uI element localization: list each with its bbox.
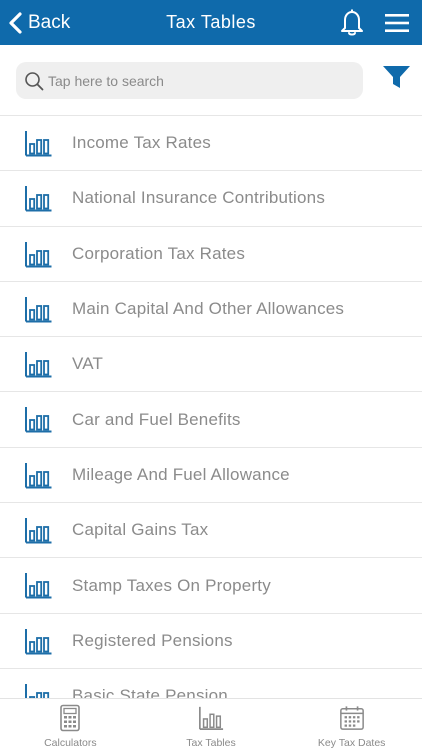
tax-tables-list: Income Tax Rates National Insurance Contr… — [0, 115, 422, 698]
calculator-icon — [60, 704, 81, 732]
search-row — [0, 45, 422, 115]
list-item-label: Stamp Taxes On Property — [72, 575, 271, 595]
bar-chart-icon — [25, 131, 52, 157]
bar-chart-icon — [25, 573, 52, 599]
bar-chart-icon — [25, 683, 50, 698]
back-button[interactable]: Back — [8, 9, 70, 37]
list-item[interactable]: Basic State Pension — [0, 668, 422, 698]
list-item-label: Basic State Pension — [72, 686, 228, 698]
calendar-icon — [339, 706, 364, 730]
bar-chart-icon — [25, 241, 52, 268]
list-item-label: Income Tax Rates — [72, 133, 211, 153]
tab-calculators[interactable]: Calculators — [0, 699, 141, 750]
list-item-label: Capital Gains Tax — [72, 520, 209, 540]
tab-label: Key Tax Dates — [317, 737, 386, 749]
list-item-label: Registered Pensions — [72, 630, 233, 650]
search-box[interactable] — [16, 62, 363, 99]
list-item-label: Corporation Tax Rates — [72, 243, 246, 263]
list-item-label: Main Capital And Other Allowances — [72, 299, 345, 319]
list-item[interactable]: Income Tax Rates — [0, 116, 422, 172]
bar-chart-icon — [25, 628, 52, 655]
list-item[interactable]: National Insurance Contributions — [0, 171, 422, 227]
list-item[interactable]: Stamp Taxes On Property — [0, 558, 422, 614]
bar-chart-icon — [199, 706, 224, 730]
list-item-label: Car and Fuel Benefits — [72, 409, 241, 429]
list-item-label: VAT — [72, 354, 104, 374]
bell-icon[interactable] — [338, 7, 366, 37]
list-item[interactable]: Capital Gains Tax — [0, 503, 422, 559]
list-item[interactable]: Main Capital And Other Allowances — [0, 281, 422, 338]
tab-label: Tax Tables — [186, 737, 236, 749]
list-item-label: National Insurance Contributions — [72, 188, 326, 208]
bar-chart-icon — [25, 518, 52, 544]
chevron-left-icon — [9, 12, 22, 34]
app-header: Back Tax Tables — [0, 0, 422, 45]
hamburger-menu-icon[interactable] — [383, 11, 411, 35]
bar-chart-icon — [25, 407, 52, 433]
search-icon — [25, 72, 44, 91]
list-item[interactable]: Registered Pensions — [0, 613, 422, 669]
filter-icon[interactable] — [382, 64, 411, 90]
tab-key-tax-dates[interactable]: Key Tax Dates — [281, 699, 422, 750]
list-item[interactable]: VAT — [0, 337, 422, 393]
tab-label: Calculators — [44, 737, 97, 749]
back-label: Back — [28, 12, 71, 33]
bar-chart-icon — [25, 462, 52, 489]
list-item[interactable]: Corporation Tax Rates — [0, 226, 422, 282]
list-item[interactable]: Mileage And Fuel Allowance — [0, 447, 422, 504]
bar-chart-icon — [25, 296, 52, 323]
search-input[interactable] — [48, 62, 353, 99]
bar-chart-icon — [25, 186, 52, 212]
list-item[interactable]: Car and Fuel Benefits — [0, 392, 422, 448]
tab-tax-tables[interactable]: Tax Tables — [141, 699, 282, 750]
bottom-tab-bar: Calculators Tax Tables Key Tax Dates — [0, 698, 422, 750]
list-item-label: Mileage And Fuel Allowance — [72, 464, 290, 484]
bar-chart-icon — [25, 352, 52, 378]
